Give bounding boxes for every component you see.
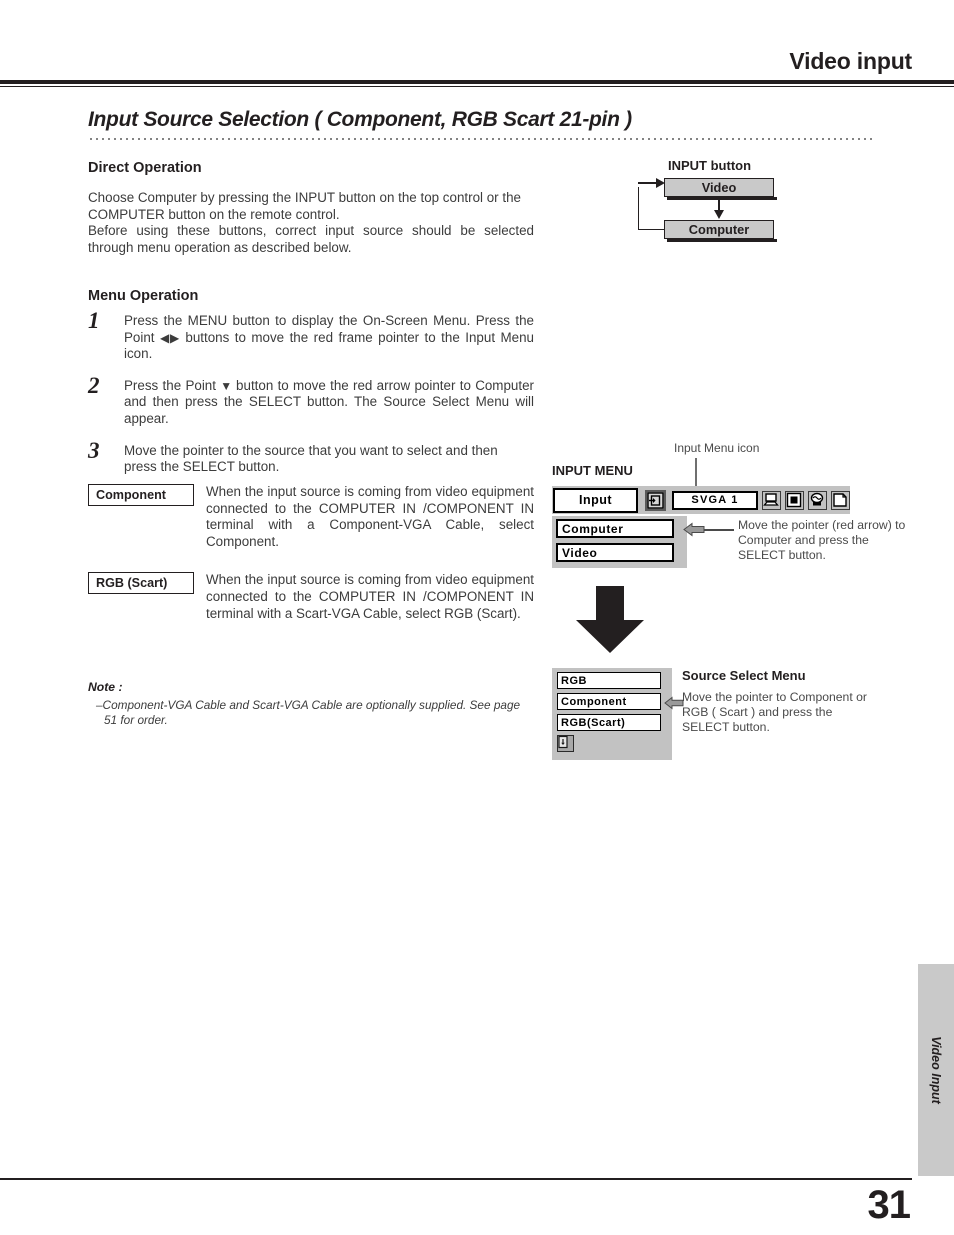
header-rule-thin bbox=[0, 86, 954, 87]
step-1: 1 Press the MENU button to display the O… bbox=[88, 308, 534, 363]
flow-arrow-down-icon bbox=[714, 198, 724, 219]
page-title: Video input bbox=[789, 48, 912, 74]
computer-menu-icon[interactable] bbox=[762, 490, 781, 510]
direct-operation-heading: Direct Operation bbox=[88, 160, 202, 176]
definition-text-component: When the input source is coming from vid… bbox=[206, 484, 534, 549]
osd-input-dropdown: Computer Video bbox=[552, 516, 687, 568]
side-tab-label: Video Input bbox=[929, 1036, 943, 1104]
osd-pointer-note: Move the pointer (red arrow) to Computer… bbox=[738, 518, 906, 562]
point-down-icon: ▼ bbox=[220, 378, 233, 393]
note-heading: Note : bbox=[88, 680, 123, 694]
note-body: –Component-VGA Cable and Scart-VGA Cable… bbox=[96, 698, 521, 727]
section-dotted-divider bbox=[88, 138, 872, 140]
flow-down-arrow-icon bbox=[570, 586, 650, 654]
input-button-caption: INPUT button bbox=[668, 158, 752, 173]
step-text: Press the Point ▼ button to move the red… bbox=[124, 378, 534, 428]
definition-label-component: Component bbox=[88, 484, 194, 506]
source-select-panel: RGB Component RGB(Scart) bbox=[552, 668, 672, 760]
side-tab: Video Input bbox=[918, 964, 954, 1176]
definition-rgb-scart: RGB (Scart) When the input source is com… bbox=[88, 572, 534, 622]
input-menu-icon-leader-line bbox=[695, 458, 697, 486]
section-title: Input Source Selection ( Component, RGB … bbox=[88, 108, 632, 131]
source-item-component[interactable]: Component bbox=[557, 693, 661, 710]
input-menu-icon-caption: Input Menu icon bbox=[674, 441, 760, 455]
menu-operation-steps: 1 Press the MENU button to display the O… bbox=[88, 308, 534, 498]
flow-box-video: Video bbox=[664, 178, 774, 197]
menu-operation-heading: Menu Operation bbox=[88, 288, 199, 305]
input-menu-heading: INPUT MENU bbox=[552, 463, 633, 478]
step-number: 3 bbox=[88, 437, 100, 463]
flow-box-computer-shadow bbox=[667, 239, 777, 242]
osd-item-computer[interactable]: Computer bbox=[556, 519, 674, 538]
screen-menu-icon[interactable] bbox=[785, 490, 804, 510]
osd-item-video[interactable]: Video bbox=[556, 543, 674, 562]
note-block: Note : –Component-VGA Cable and Scart-VG… bbox=[88, 680, 534, 727]
left-column: Direct Operation Choose Computer by pres… bbox=[88, 160, 534, 304]
flow-loop-path bbox=[638, 187, 665, 230]
page-menu-icon[interactable] bbox=[831, 490, 850, 510]
step-text-part-a: Press the Point bbox=[124, 377, 221, 393]
step-text-part-b: buttons to move the red frame pointer to… bbox=[124, 329, 534, 362]
source-select-note: Move the pointer to Component or RGB ( S… bbox=[682, 690, 867, 734]
step-2: 2 Press the Point ▼ button to move the r… bbox=[88, 373, 534, 428]
input-button-diagram: INPUT button Video Computer bbox=[636, 158, 876, 258]
direct-operation-paragraph-2: Before using these buttons, correct inpu… bbox=[88, 223, 534, 255]
point-left-right-icon: ◀▶ bbox=[159, 330, 181, 345]
source-item-rgb-scart[interactable]: RGB(Scart) bbox=[557, 714, 661, 731]
flow-box-computer: Computer bbox=[664, 220, 774, 239]
red-arrow-pointer-icon bbox=[683, 522, 705, 537]
source-select-heading: Source Select Menu bbox=[682, 668, 806, 683]
direct-operation-paragraph-1: Choose Computer by pressing the INPUT bu… bbox=[88, 190, 521, 222]
step-number: 1 bbox=[88, 308, 100, 333]
red-arrow-pointer-icon bbox=[664, 696, 684, 710]
osd-source-field[interactable]: SVGA 1 bbox=[672, 490, 758, 510]
step-text: Press the MENU button to display the On-… bbox=[124, 313, 534, 363]
input-menu-icon[interactable] bbox=[645, 489, 666, 511]
exit-door-icon[interactable] bbox=[557, 735, 574, 752]
definition-text-rgb-scart: When the input source is coming from vid… bbox=[206, 572, 534, 621]
osd-input-field[interactable]: Input bbox=[553, 487, 638, 513]
header-rule-thick bbox=[0, 80, 954, 84]
osd-menu-bar: Input SVGA 1 bbox=[552, 486, 850, 514]
color-menu-icon[interactable] bbox=[808, 490, 827, 510]
footer-rule bbox=[0, 1178, 912, 1180]
definition-component: Component When the input source is comin… bbox=[88, 484, 534, 550]
step-3: 3 Move the pointer to the source that yo… bbox=[88, 438, 534, 483]
flow-loop-arrow-icon bbox=[638, 178, 665, 188]
source-definitions: Component When the input source is comin… bbox=[88, 484, 534, 644]
flow-box-video-shadow bbox=[667, 197, 777, 200]
definition-label-rgb-scart: RGB (Scart) bbox=[88, 572, 194, 595]
osd-pointer-leader-line bbox=[704, 529, 734, 531]
page-header: Video input bbox=[0, 0, 954, 110]
page-number: 31 bbox=[867, 1183, 911, 1227]
step-number: 2 bbox=[88, 372, 100, 398]
source-item-rgb[interactable]: RGB bbox=[557, 672, 661, 689]
step-text: Move the pointer to the source that you … bbox=[124, 442, 498, 475]
